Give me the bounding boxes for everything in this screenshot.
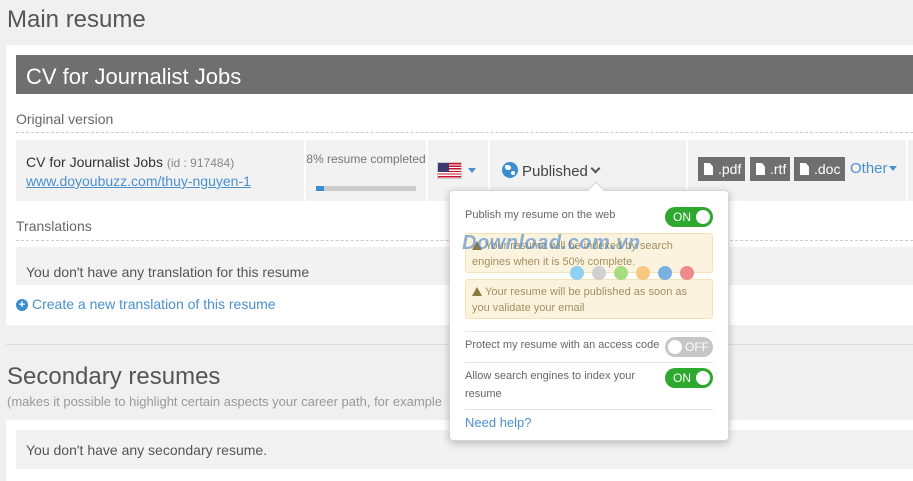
resume-name-text: CV for Journalist Jobs: [26, 154, 163, 170]
chevron-down-icon: [590, 163, 601, 174]
download-doc-button[interactable]: .doc: [794, 157, 845, 181]
watermark-dot: [592, 266, 606, 280]
publish-web-toggle[interactable]: ON: [665, 207, 713, 227]
format-label: .pdf: [718, 161, 742, 177]
resume-url-link[interactable]: www.doyoubuzz.com/thuy-nguyen-1: [26, 173, 251, 189]
file-icon: [800, 163, 809, 175]
protect-access-label: Protect my resume with an access code: [465, 339, 660, 351]
caret-down-icon: [468, 168, 476, 173]
watermark-dot: [570, 266, 584, 280]
secondary-resumes-title: Secondary resumes: [7, 363, 221, 390]
resume-id: (id : 917484): [166, 156, 235, 170]
file-icon: [756, 163, 765, 175]
divider: [16, 132, 913, 133]
warning-icon: [472, 287, 482, 296]
page-title: Main resume: [7, 6, 146, 33]
original-version-label: Original version: [16, 111, 114, 127]
publish-web-label: Publish my resume on the web: [465, 209, 616, 221]
translations-label: Translations: [16, 218, 92, 234]
download-rtf-button[interactable]: .rtf: [750, 157, 790, 181]
divider: [465, 331, 713, 332]
format-label: .rtf: [770, 161, 787, 177]
no-translation-text: You don't have any translation for this …: [26, 264, 310, 280]
progress-bar-fill: [316, 186, 324, 191]
publish-status-label: Published: [522, 163, 588, 180]
resume-name: CV for Journalist Jobs (id : 917484): [26, 154, 234, 170]
protect-access-toggle[interactable]: OFF: [665, 337, 713, 357]
cv-title-banner: CV for Journalist Jobs: [16, 55, 913, 94]
search-index-label: Allow search engines to index your resum…: [465, 370, 635, 400]
format-label: .doc: [814, 161, 841, 177]
plus-circle-icon[interactable]: +: [16, 299, 28, 311]
watermark-dot: [658, 266, 672, 280]
progress-bar: [316, 186, 416, 191]
no-secondary-text: You don't have any secondary resume.: [26, 442, 268, 458]
watermark-dot: [614, 266, 628, 280]
resume-info-cell: CV for Journalist Jobs (id : 917484) www…: [16, 140, 306, 201]
progress-text: 8% resume completed: [306, 152, 426, 166]
watermark-logo: Download.com.vn: [462, 232, 641, 254]
need-help-link[interactable]: Need help?: [465, 415, 532, 430]
caret-down-icon: [889, 166, 897, 171]
watermark-dot: [680, 266, 694, 280]
progress-cell: 8% resume completed: [306, 140, 428, 201]
divider: [465, 409, 713, 410]
search-index-toggle[interactable]: ON: [665, 368, 713, 388]
file-icon: [704, 163, 713, 175]
download-pdf-button[interactable]: .pdf: [698, 157, 745, 181]
watermark-dot: [636, 266, 650, 280]
email-warning-text: Your resume will be published as soon as…: [472, 286, 687, 314]
publish-settings-popover: Publish my resume on the web ON Your res…: [449, 181, 729, 441]
secondary-resumes-subtitle: (makes it possible to highlight certain …: [7, 394, 442, 409]
create-translation-link[interactable]: Create a new translation of this resume: [32, 296, 276, 312]
email-warning: Your resume will be published as soon as…: [465, 279, 713, 319]
divider: [465, 362, 713, 363]
globe-icon: [502, 162, 518, 178]
other-formats-dropdown[interactable]: Other: [850, 160, 888, 177]
us-flag-icon: [437, 162, 462, 179]
